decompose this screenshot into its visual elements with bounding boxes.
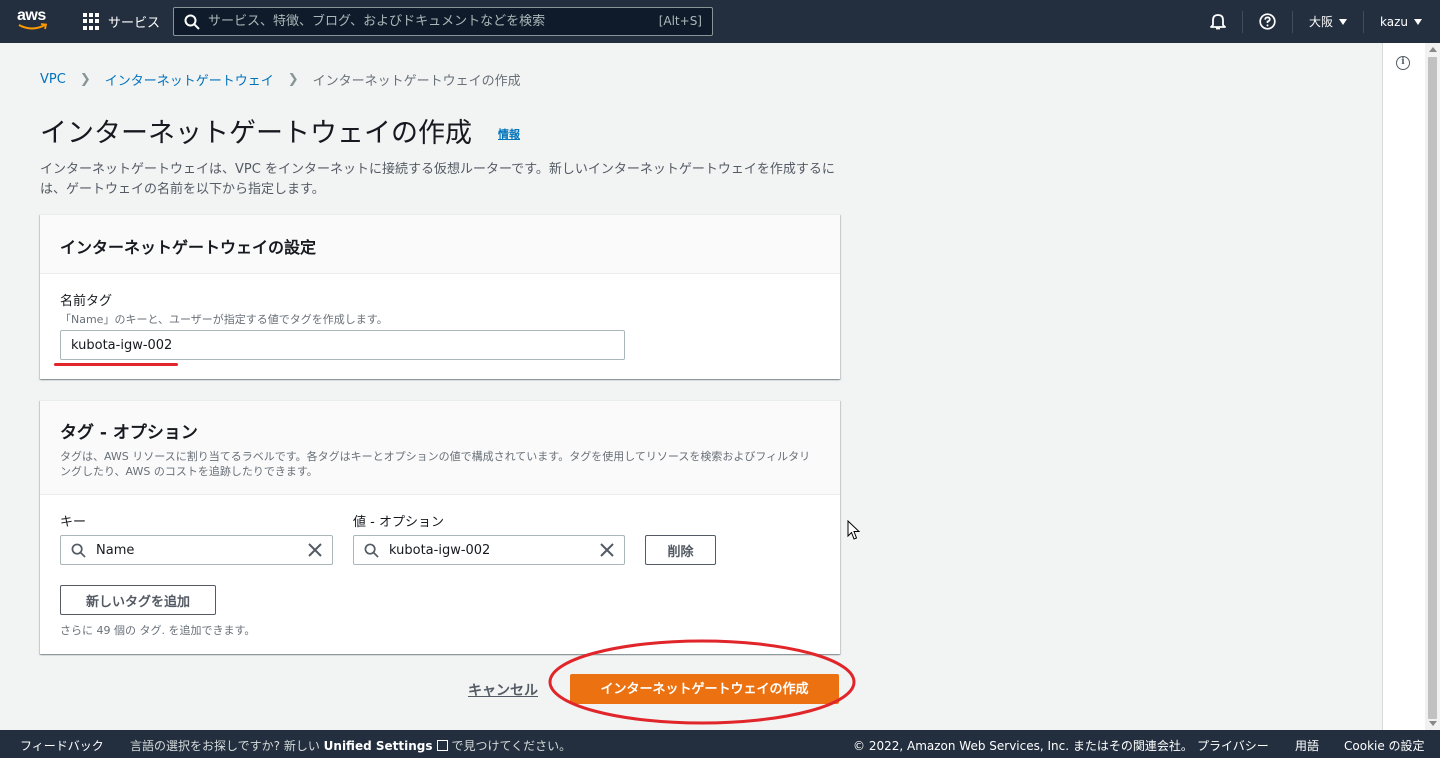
terms-link[interactable]: 用語 bbox=[1295, 737, 1319, 754]
tag-key-value: Name bbox=[96, 542, 135, 558]
panel-title: タグ - オプション bbox=[60, 423, 198, 443]
name-tag-field: 名前タグ 「Name」のキーと、ユーザーが指定する値でタグを作成します。 bbox=[60, 290, 388, 327]
breadcrumb-current: インターネットゲートウェイの作成 bbox=[312, 74, 521, 89]
help-icon bbox=[1259, 13, 1276, 30]
panel-header: タグ - オプション タグは、AWS リソースに割り当てるラベルです。各タグはキ… bbox=[40, 401, 840, 495]
remove-tag-button[interactable]: 削除 bbox=[645, 535, 716, 565]
services-label: サービス bbox=[108, 16, 161, 31]
language-suffix: で見つけてください。 bbox=[451, 739, 572, 753]
page-title: インターネットゲートウェイの作成 bbox=[40, 118, 472, 149]
region-selector[interactable]: 大阪 bbox=[1293, 0, 1363, 43]
nav-right-group: 大阪 kazu bbox=[1194, 0, 1440, 43]
scrollbar-thumb[interactable] bbox=[1428, 57, 1437, 719]
add-tag-button[interactable]: 新しいタグを追加 bbox=[60, 585, 216, 615]
name-tag-input[interactable] bbox=[60, 330, 625, 360]
panel-title: インターネットゲートウェイの設定 bbox=[60, 238, 317, 257]
cookie-settings-link[interactable]: Cookie の設定 bbox=[1344, 737, 1425, 754]
search-input[interactable] bbox=[208, 14, 638, 29]
panel-header: インターネットゲートウェイの設定 bbox=[40, 215, 840, 274]
info-link[interactable]: 情報 bbox=[498, 126, 520, 142]
global-search[interactable]: [Alt+S] bbox=[173, 7, 713, 36]
scrollbar[interactable] bbox=[1425, 43, 1440, 730]
tag-value-value: kubota-igw-002 bbox=[389, 542, 491, 558]
clear-icon[interactable] bbox=[600, 543, 614, 557]
scroll-up-icon[interactable] bbox=[1429, 47, 1437, 52]
footer: フィードバック 言語の選択をお探しですか? 新しい Unified Settin… bbox=[0, 730, 1440, 758]
account-menu[interactable]: kazu bbox=[1364, 0, 1440, 43]
annotation-ellipse bbox=[548, 639, 856, 725]
search-icon bbox=[184, 14, 200, 30]
language-notice: 言語の選択をお探しですか? 新しい Unified Settings で見つけてく… bbox=[130, 737, 571, 754]
tags-panel: タグ - オプション タグは、AWS リソースに割り当てるラベルです。各タグはキ… bbox=[40, 400, 840, 654]
page-description: インターネットゲートウェイは、VPC をインターネットに接続する仮想ルーターです… bbox=[40, 162, 835, 197]
region-label: 大阪 bbox=[1308, 15, 1333, 29]
breadcrumb-internet-gateways[interactable]: インターネットゲートウェイ bbox=[105, 70, 274, 89]
breadcrumb: VPC ❯ インターネットゲートウェイ ❯ インターネットゲートウェイの作成 bbox=[40, 70, 521, 89]
chevron-right-icon: ❯ bbox=[79, 72, 91, 87]
search-shortcut-hint: [Alt+S] bbox=[658, 14, 702, 28]
value-label: 値 - オプション bbox=[353, 515, 444, 530]
clear-icon[interactable] bbox=[308, 543, 322, 557]
breadcrumb-vpc[interactable]: VPC bbox=[40, 72, 66, 87]
notifications-button[interactable] bbox=[1194, 0, 1242, 43]
bell-icon bbox=[1210, 14, 1226, 30]
help-button[interactable] bbox=[1243, 0, 1292, 43]
name-tag-hint: 「Name」のキーと、ユーザーが指定する値でタグを作成します。 bbox=[60, 313, 388, 326]
search-icon bbox=[364, 543, 379, 558]
tag-key-input[interactable]: Name bbox=[60, 535, 333, 565]
chevron-right-icon: ❯ bbox=[287, 72, 299, 87]
account-label: kazu bbox=[1380, 14, 1408, 29]
tags-description: タグは、AWS リソースに割り当てるラベルです。各タグはキーとオプションの値で構… bbox=[60, 450, 811, 478]
tag-value-input[interactable]: kubota-igw-002 bbox=[353, 535, 625, 565]
gateway-settings-panel: インターネットゲートウェイの設定 名前タグ 「Name」のキーと、ユーザーが指定… bbox=[40, 214, 840, 379]
scroll-down-icon[interactable] bbox=[1429, 721, 1437, 726]
unified-settings-link[interactable]: Unified Settings bbox=[324, 739, 433, 753]
key-label: キー bbox=[60, 515, 87, 530]
services-menu[interactable]: サービス bbox=[83, 12, 160, 31]
external-link-icon bbox=[436, 740, 448, 751]
aws-logo[interactable]: aws bbox=[17, 8, 51, 34]
language-prompt: 言語の選択をお探しですか? 新しい bbox=[130, 739, 320, 753]
cancel-button[interactable]: キャンセル bbox=[468, 680, 538, 700]
info-icon[interactable]: i bbox=[1396, 56, 1410, 70]
tags-remaining-note: さらに 49 個の タグ. を追加できます。 bbox=[60, 624, 256, 637]
aws-smile-icon bbox=[18, 23, 48, 30]
top-navigation: aws サービス [Alt+S] bbox=[0, 0, 1440, 43]
search-icon bbox=[71, 543, 86, 558]
mouse-pointer-icon bbox=[847, 520, 861, 540]
annotation-underline bbox=[54, 363, 178, 366]
caret-down-icon bbox=[1414, 18, 1422, 25]
help-panel-rail: i bbox=[1382, 43, 1425, 730]
privacy-link[interactable]: プライバシー bbox=[1197, 737, 1269, 754]
grid-icon bbox=[83, 13, 100, 30]
name-tag-label: 名前タグ bbox=[60, 294, 113, 309]
copyright-text: © 2022, Amazon Web Services, Inc. またはその関… bbox=[853, 739, 1193, 753]
feedback-link[interactable]: フィードバック bbox=[20, 737, 104, 754]
caret-down-icon bbox=[1339, 18, 1347, 25]
